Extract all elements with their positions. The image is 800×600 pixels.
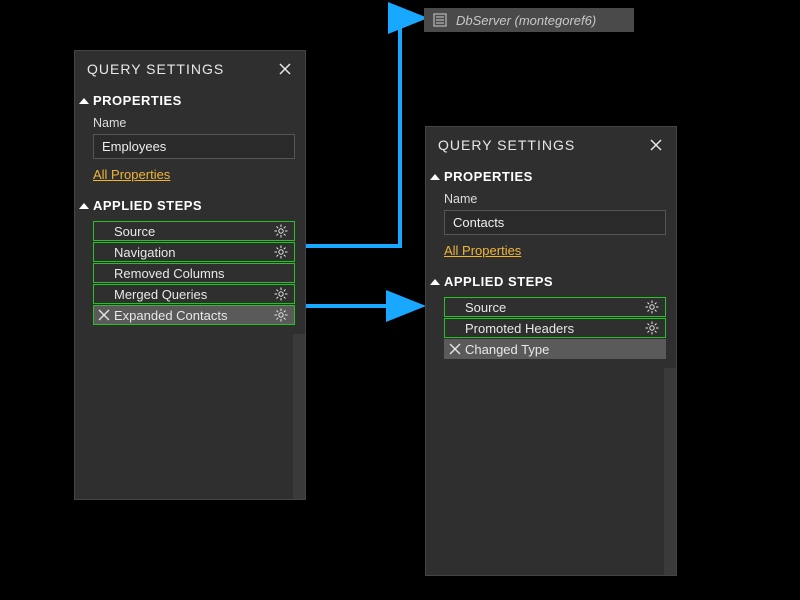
panel-title: QUERY SETTINGS <box>438 137 575 153</box>
applied-steps-list: Source Promoted Headers Changed Type <box>426 293 676 368</box>
close-icon[interactable] <box>277 61 293 77</box>
properties-section-header[interactable]: PROPERTIES <box>75 87 305 112</box>
step-label: Promoted Headers <box>465 321 574 336</box>
step-label: Navigation <box>114 245 175 260</box>
dbserver-node[interactable]: DbServer (montegoref6) <box>424 8 634 32</box>
gear-icon[interactable] <box>274 245 288 259</box>
query-settings-panel-left: QUERY SETTINGS PROPERTIES Name All Prope… <box>74 50 306 500</box>
name-label: Name <box>93 114 295 134</box>
applied-steps-header[interactable]: APPLIED STEPS <box>426 268 676 293</box>
database-icon <box>432 12 448 28</box>
panel-title: QUERY SETTINGS <box>87 61 224 77</box>
query-settings-panel-right: QUERY SETTINGS PROPERTIES Name All Prope… <box>425 126 677 576</box>
step-label: Source <box>465 300 506 315</box>
applied-steps-label: APPLIED STEPS <box>444 274 553 289</box>
delete-step-icon[interactable] <box>449 343 461 355</box>
caret-icon <box>430 174 440 180</box>
step-label: Expanded Contacts <box>114 308 227 323</box>
step-label: Merged Queries <box>114 287 207 302</box>
name-label: Name <box>444 190 666 210</box>
properties-section: Name All Properties <box>75 112 305 192</box>
panel-header: QUERY SETTINGS <box>75 51 305 87</box>
scrollbar[interactable] <box>75 334 305 499</box>
gear-icon[interactable] <box>645 300 659 314</box>
step-source[interactable]: Source <box>93 221 295 241</box>
step-merged-queries[interactable]: Merged Queries <box>93 284 295 304</box>
scrollbar[interactable] <box>426 368 676 575</box>
applied-steps-label: APPLIED STEPS <box>93 198 202 213</box>
properties-label: PROPERTIES <box>93 93 182 108</box>
gear-icon[interactable] <box>274 308 288 322</box>
panel-header: QUERY SETTINGS <box>426 127 676 163</box>
gear-icon[interactable] <box>645 321 659 335</box>
step-source[interactable]: Source <box>444 297 666 317</box>
step-expanded-contacts[interactable]: Expanded Contacts <box>93 305 295 325</box>
delete-step-icon[interactable] <box>98 309 110 321</box>
applied-steps-list: Source Navigation Removed Columns Merged… <box>75 217 305 334</box>
properties-section-header[interactable]: PROPERTIES <box>426 163 676 188</box>
caret-icon <box>430 279 440 285</box>
dbserver-label: DbServer (montegoref6) <box>456 13 596 28</box>
arrow-source-to-dbserver <box>305 18 420 246</box>
step-promoted-headers[interactable]: Promoted Headers <box>444 318 666 338</box>
caret-icon <box>79 98 89 104</box>
all-properties-link[interactable]: All Properties <box>93 167 170 182</box>
gear-icon[interactable] <box>274 287 288 301</box>
step-removed-columns[interactable]: Removed Columns <box>93 263 295 283</box>
step-changed-type[interactable]: Changed Type <box>444 339 666 359</box>
step-label: Source <box>114 224 155 239</box>
properties-label: PROPERTIES <box>444 169 533 184</box>
step-label: Removed Columns <box>114 266 225 281</box>
applied-steps-header[interactable]: APPLIED STEPS <box>75 192 305 217</box>
step-navigation[interactable]: Navigation <box>93 242 295 262</box>
caret-icon <box>79 203 89 209</box>
query-name-input[interactable] <box>444 210 666 235</box>
close-icon[interactable] <box>648 137 664 153</box>
all-properties-link[interactable]: All Properties <box>444 243 521 258</box>
gear-icon[interactable] <box>274 224 288 238</box>
properties-section: Name All Properties <box>426 188 676 268</box>
step-label: Changed Type <box>465 342 549 357</box>
query-name-input[interactable] <box>93 134 295 159</box>
